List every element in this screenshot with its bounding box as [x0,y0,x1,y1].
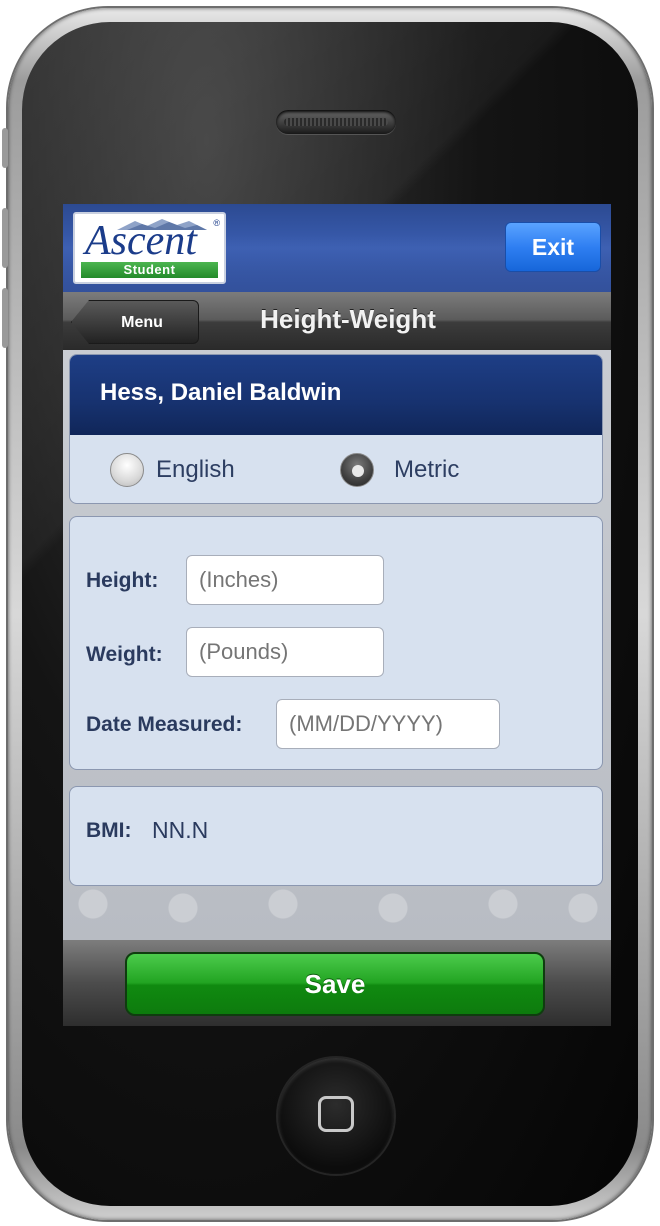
top-header: Ascent ® Student Exit [63,204,611,292]
radio-metric-label: Metric [394,456,460,483]
home-square-icon [318,1096,354,1132]
home-button[interactable] [278,1058,394,1174]
volume-up-button [2,208,8,268]
unit-selector: English Metric [70,435,602,503]
bmi-value: NN.N [152,817,209,843]
student-name: Hess, Daniel Baldwin [70,355,602,435]
radio-metric[interactable]: Metric [340,453,459,487]
measurement-form: Height: Weight: Date Measured: [69,516,603,770]
save-button[interactable]: Save [125,952,545,1016]
radio-english-label: English [156,456,235,483]
date-measured-input[interactable] [276,699,500,749]
bmi-card: BMI: NN.N [69,786,603,886]
height-input[interactable] [186,555,384,605]
background-silhouettes [63,884,611,940]
bottom-toolbar: Save [63,940,611,1026]
weight-label: Weight: [86,643,163,666]
height-label: Height: [86,569,159,592]
weight-input[interactable] [186,627,384,677]
logo-student-banner: Student [81,262,218,278]
student-card: Hess, Daniel Baldwin English Metric [69,354,603,504]
speaker-grille [276,110,396,134]
registered-mark: ® [213,218,220,228]
silent-switch [2,128,8,168]
app-screen: Ascent ® Student Exit Menu Height-Weight… [63,204,611,1026]
radio-unchecked-icon[interactable] [110,453,144,487]
logo-wordmark: Ascent [85,218,197,264]
radio-english[interactable]: English [110,453,235,487]
exit-button[interactable]: Exit [505,222,601,272]
nav-bar: Menu Height-Weight [63,292,611,350]
bmi-label: BMI: [86,819,132,842]
volume-down-button [2,288,8,348]
date-measured-label: Date Measured: [86,713,243,736]
radio-checked-icon[interactable] [340,453,374,487]
menu-back-button[interactable]: Menu [71,300,199,344]
ascent-student-logo: Ascent ® Student [73,212,226,284]
page-title: Height-Weight [260,304,436,334]
